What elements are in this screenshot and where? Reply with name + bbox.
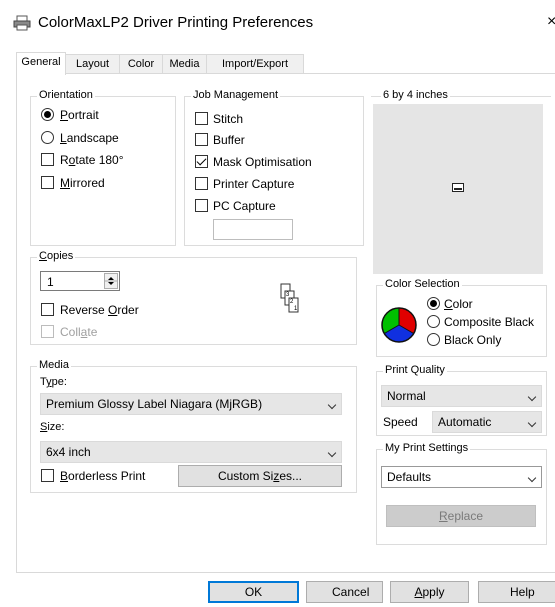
color-selection-group-label: Color Selection bbox=[383, 278, 462, 290]
collate-checkbox[interactable] bbox=[41, 325, 54, 338]
portrait-label: Portrait bbox=[60, 108, 99, 122]
speed-label: Speed bbox=[383, 415, 418, 429]
print-quality-value: Normal bbox=[387, 389, 426, 403]
print-quality-group-label: Print Quality bbox=[383, 364, 447, 376]
copies-input[interactable]: 1 bbox=[40, 271, 120, 291]
my-print-settings-group: My Print Settings bbox=[376, 442, 547, 545]
buffer-label: Buffer bbox=[213, 133, 245, 147]
pc-capture-field[interactable] bbox=[213, 219, 293, 240]
color-wheel-icon bbox=[381, 307, 417, 343]
apply-button[interactable]: Apply bbox=[390, 581, 469, 603]
tab-color[interactable]: Color bbox=[119, 54, 163, 74]
my-print-settings-select[interactable]: Defaults bbox=[381, 466, 542, 488]
media-size-select[interactable]: 6x4 inch bbox=[40, 441, 342, 463]
media-group-label: Media bbox=[37, 359, 71, 371]
orientation-group-label: Orientation bbox=[37, 89, 95, 101]
cancel-button[interactable]: Cancel bbox=[306, 581, 383, 603]
collate-label: Collate bbox=[60, 325, 98, 339]
copies-group-label: Copies bbox=[37, 250, 76, 262]
chevron-down-icon bbox=[527, 392, 537, 402]
stitch-checkbox[interactable] bbox=[195, 112, 208, 125]
tab-layout[interactable]: Layout bbox=[65, 54, 120, 74]
spinner-arrows-icon bbox=[105, 277, 117, 285]
borderless-print-label: Borderless Print bbox=[60, 469, 146, 483]
pc-capture-label: PC Capture bbox=[213, 199, 276, 213]
help-button[interactable]: Help bbox=[478, 581, 555, 603]
landscape-radio[interactable] bbox=[41, 131, 54, 144]
chevron-down-icon bbox=[327, 448, 337, 458]
replace-button[interactable]: Replace bbox=[386, 505, 536, 527]
print-quality-select[interactable]: Normal bbox=[381, 385, 542, 407]
mirrored-label: Mirrored bbox=[60, 176, 105, 190]
landscape-label: Landscape bbox=[60, 131, 119, 145]
rotate-180-label: Rotate 180° bbox=[60, 153, 124, 167]
media-type-label: Type: bbox=[40, 376, 67, 388]
media-type-select[interactable]: Premium Glossy Label Niagara (MjRGB) bbox=[40, 393, 342, 415]
printer-capture-label: Printer Capture bbox=[213, 177, 295, 191]
media-type-value: Premium Glossy Label Niagara (MjRGB) bbox=[46, 397, 263, 411]
collate-pages-icon: 3 2 1 bbox=[280, 283, 299, 313]
mask-optimisation-label: Mask Optimisation bbox=[213, 155, 312, 169]
color-radio[interactable] bbox=[427, 297, 440, 310]
close-icon[interactable]: × bbox=[547, 13, 555, 31]
tab-media[interactable]: Media bbox=[162, 54, 207, 74]
job-management-group-label: Job Management bbox=[191, 89, 280, 101]
printer-capture-checkbox[interactable] bbox=[195, 177, 208, 190]
rotate-180-checkbox[interactable] bbox=[41, 153, 54, 166]
media-size-value: 6x4 inch bbox=[46, 445, 91, 459]
my-print-settings-value: Defaults bbox=[387, 470, 432, 484]
media-size-label: Size: bbox=[40, 421, 65, 433]
mirrored-checkbox[interactable] bbox=[41, 176, 54, 189]
tab-import-export[interactable]: Import/Export bbox=[206, 54, 304, 74]
tab-general[interactable]: General bbox=[16, 52, 66, 75]
copies-value: 1 bbox=[47, 275, 54, 289]
buffer-checkbox[interactable] bbox=[195, 133, 208, 146]
color-label: Color bbox=[444, 297, 473, 311]
black-only-label: Black Only bbox=[444, 333, 502, 347]
reverse-order-label: Reverse Order bbox=[60, 303, 139, 317]
ok-button[interactable]: OK bbox=[208, 581, 299, 603]
borderless-print-checkbox[interactable] bbox=[41, 469, 54, 482]
custom-sizes-button[interactable]: Custom Sizes... bbox=[178, 465, 342, 487]
my-print-settings-group-label: My Print Settings bbox=[383, 442, 471, 454]
stitch-label: Stitch bbox=[213, 112, 244, 126]
black-only-radio[interactable] bbox=[427, 333, 440, 346]
composite-black-radio[interactable] bbox=[427, 315, 440, 328]
speed-select[interactable]: Automatic bbox=[432, 411, 542, 433]
page-preview-icon bbox=[452, 183, 464, 192]
chevron-down-icon bbox=[527, 473, 537, 483]
chevron-down-icon bbox=[527, 418, 537, 428]
printer-icon bbox=[13, 15, 31, 31]
pc-capture-checkbox[interactable] bbox=[195, 199, 208, 212]
window-title: ColorMaxLP2 Driver Printing Preferences bbox=[38, 14, 314, 31]
mask-optimisation-checkbox[interactable] bbox=[195, 155, 208, 168]
portrait-radio[interactable] bbox=[41, 108, 54, 121]
chevron-down-icon bbox=[327, 400, 337, 410]
reverse-order-checkbox[interactable] bbox=[41, 303, 54, 316]
composite-black-label: Composite Black bbox=[444, 315, 535, 329]
speed-value: Automatic bbox=[438, 415, 492, 429]
preview-size-label: 6 by 4 inches bbox=[381, 89, 450, 101]
copies-spinner[interactable] bbox=[104, 273, 118, 289]
